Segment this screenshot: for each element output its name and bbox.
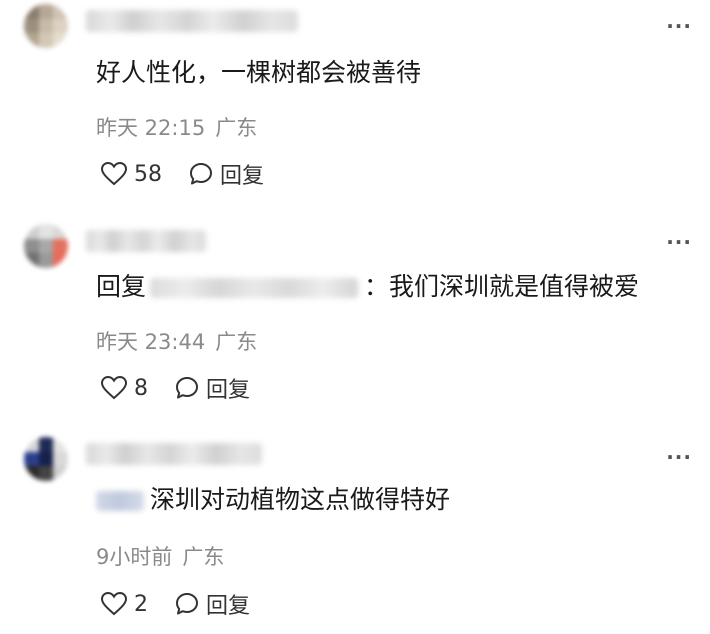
avatar[interactable] bbox=[24, 224, 68, 268]
comment-text-content: 深圳对动植物这点做得特好 bbox=[150, 485, 451, 514]
like-count: 8 bbox=[134, 375, 148, 401]
comment-item: ··· 好人性化，一棵树都会被善待 昨天 22:15 广东 58 回复 bbox=[0, 0, 710, 210]
username-blurred[interactable] bbox=[86, 10, 298, 32]
timestamp: 昨天 22:15 bbox=[96, 116, 206, 140]
heart-icon bbox=[100, 161, 128, 186]
comment-actions: 2 回复 bbox=[100, 588, 276, 620]
location: 广东 bbox=[215, 116, 258, 140]
reply-label: 回复 bbox=[206, 594, 251, 619]
avatar[interactable] bbox=[24, 437, 68, 481]
avatar[interactable] bbox=[24, 4, 68, 48]
like-button[interactable]: 58 bbox=[100, 161, 162, 187]
comment-item: ··· 深圳对动植物这点做得特好 9小时前 广东 2 回复 bbox=[0, 425, 710, 634]
more-options-icon[interactable]: ··· bbox=[666, 16, 692, 36]
timestamp: 9小时前 bbox=[96, 545, 173, 569]
like-count: 58 bbox=[134, 161, 162, 187]
mentioned-user-blurred[interactable] bbox=[150, 278, 359, 298]
username-blurred[interactable] bbox=[86, 443, 262, 465]
reply-label: 回复 bbox=[206, 378, 251, 403]
comment-meta: 昨天 23:44 广东 bbox=[96, 326, 257, 356]
location: 广东 bbox=[182, 545, 225, 569]
comment-text: 深圳对动植物这点做得特好 bbox=[92, 485, 450, 515]
like-count: 2 bbox=[134, 591, 148, 617]
reply-button[interactable]: 回复 bbox=[174, 372, 250, 404]
comment-bubble-icon bbox=[176, 593, 198, 615]
location: 广东 bbox=[215, 330, 258, 354]
reply-label: 回复 bbox=[220, 164, 265, 189]
comment-text: 好人性化，一棵树都会被善待 bbox=[96, 58, 422, 87]
reply-prefix: 回复 bbox=[96, 272, 147, 301]
comment-meta: 昨天 22:15 广东 bbox=[96, 112, 257, 142]
like-button[interactable]: 2 bbox=[100, 591, 148, 617]
blurred-prefix bbox=[96, 491, 144, 511]
more-options-icon[interactable]: ··· bbox=[666, 232, 692, 252]
comment-item: ··· 回复 ：我们深圳就是值得被爱 昨天 23:44 广东 8 回复 bbox=[0, 210, 710, 425]
reply-text: ：我们深圳就是值得被爱 bbox=[364, 272, 640, 301]
comment-actions: 8 回复 bbox=[100, 372, 276, 404]
reply-button[interactable]: 回复 bbox=[188, 158, 264, 190]
reply-button[interactable]: 回复 bbox=[174, 588, 250, 620]
like-button[interactable]: 8 bbox=[100, 375, 148, 401]
comment-actions: 58 回复 bbox=[100, 158, 290, 190]
heart-icon bbox=[100, 591, 128, 616]
username-blurred[interactable] bbox=[86, 230, 206, 252]
heart-icon bbox=[100, 375, 128, 400]
timestamp: 昨天 23:44 bbox=[96, 330, 206, 354]
comment-text: 回复 ：我们深圳就是值得被爱 bbox=[96, 272, 639, 302]
comment-meta: 9小时前 广东 bbox=[96, 541, 224, 571]
more-options-icon[interactable]: ··· bbox=[666, 447, 692, 467]
comment-bubble-icon bbox=[190, 163, 212, 185]
comment-bubble-icon bbox=[176, 377, 198, 399]
